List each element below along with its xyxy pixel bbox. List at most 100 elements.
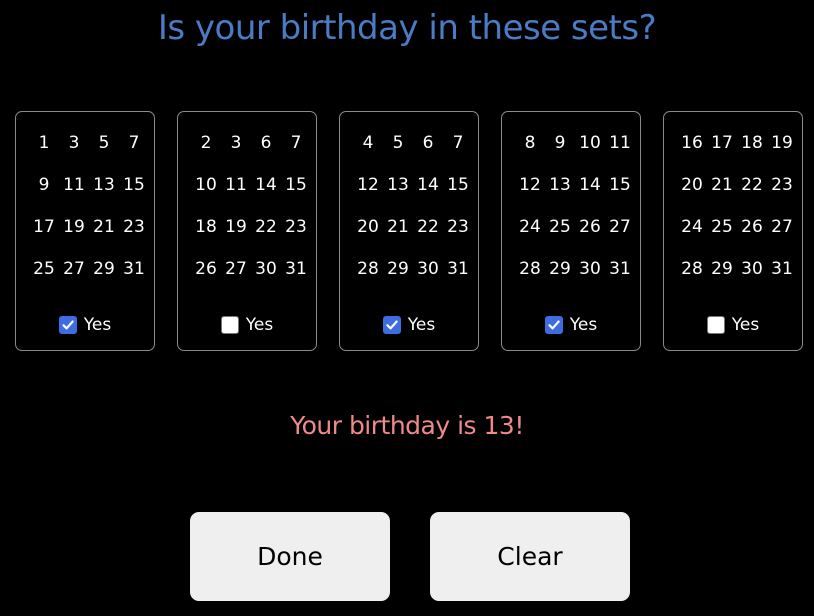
set-number: 21 <box>711 175 733 195</box>
yes-label[interactable]: Yes <box>408 314 435 336</box>
set-number: 29 <box>711 259 733 279</box>
set-number: 15 <box>447 175 469 195</box>
yes-option: Yes <box>340 313 478 337</box>
set-number: 23 <box>447 217 469 237</box>
yes-label[interactable]: Yes <box>84 314 111 336</box>
set-number: 29 <box>387 259 409 279</box>
set-number: 26 <box>195 259 217 279</box>
set-number: 9 <box>38 175 50 195</box>
set-number: 30 <box>579 259 601 279</box>
set-number: 28 <box>357 259 379 279</box>
yes-label[interactable]: Yes <box>570 314 597 336</box>
set-number: 25 <box>33 259 55 279</box>
set-number: 31 <box>609 259 631 279</box>
set-number: 5 <box>98 133 110 153</box>
set-number: 30 <box>741 259 763 279</box>
set-number-grid: 2 3 6 7 10 11 14 15 18 19 22 23 26 27 30 31 <box>191 127 311 295</box>
set-number: 23 <box>771 175 793 195</box>
set-number: 17 <box>711 133 733 153</box>
set-number: 19 <box>63 217 85 237</box>
set-number: 12 <box>357 175 379 195</box>
set-number: 28 <box>519 259 541 279</box>
set-number: 14 <box>579 175 601 195</box>
set-number: 18 <box>195 217 217 237</box>
check-icon <box>385 318 399 332</box>
set-number: 5 <box>392 133 404 153</box>
set-number: 28 <box>681 259 703 279</box>
check-icon <box>547 318 561 332</box>
yes-option: Yes <box>502 313 640 337</box>
set-number: 22 <box>417 217 439 237</box>
yes-checkbox[interactable] <box>706 316 725 334</box>
yes-option: Yes <box>664 313 802 337</box>
set-number: 11 <box>609 133 631 153</box>
set-number: 20 <box>681 175 703 195</box>
set-number: 19 <box>225 217 247 237</box>
yes-checkbox[interactable] <box>220 316 239 334</box>
yes-label[interactable]: Yes <box>246 314 273 336</box>
check-icon <box>61 318 75 332</box>
set-number: 3 <box>230 133 242 153</box>
set-number: 27 <box>609 217 631 237</box>
set-number: 11 <box>63 175 85 195</box>
set-card-4: 8 9 10 11 12 13 14 15 24 25 26 27 28 29 30 31 Yes <box>501 111 641 351</box>
set-number: 8 <box>524 133 536 153</box>
set-number: 20 <box>357 217 379 237</box>
set-number: 13 <box>549 175 571 195</box>
set-number: 27 <box>63 259 85 279</box>
page-title: Is your birthday in these sets? <box>157 8 657 48</box>
set-number: 30 <box>417 259 439 279</box>
set-number: 11 <box>225 175 247 195</box>
set-number: 27 <box>225 259 247 279</box>
yes-option: Yes <box>178 313 316 337</box>
set-number: 30 <box>255 259 277 279</box>
set-number: 13 <box>387 175 409 195</box>
set-number: 21 <box>387 217 409 237</box>
set-number: 12 <box>519 175 541 195</box>
set-number: 3 <box>68 133 80 153</box>
set-number: 6 <box>260 133 272 153</box>
set-number: 24 <box>519 217 541 237</box>
set-number: 10 <box>195 175 217 195</box>
result-message: Your birthday is 13! <box>290 411 524 440</box>
yes-checkbox[interactable] <box>544 316 563 334</box>
clear-button[interactable]: Clear <box>430 512 630 601</box>
set-number-grid: 1 3 5 7 9 11 13 15 17 19 21 23 25 27 29 31 <box>29 127 149 295</box>
set-number: 14 <box>255 175 277 195</box>
yes-option: Yes <box>16 313 154 337</box>
set-number: 21 <box>93 217 115 237</box>
set-number: 1 <box>38 133 50 153</box>
set-number: 6 <box>422 133 434 153</box>
yes-checkbox[interactable] <box>382 316 401 334</box>
set-number: 10 <box>579 133 601 153</box>
set-number: 18 <box>741 133 763 153</box>
yes-checkbox[interactable] <box>58 316 77 334</box>
set-number: 31 <box>447 259 469 279</box>
yes-label[interactable]: Yes <box>732 314 759 336</box>
set-number: 26 <box>741 217 763 237</box>
set-number: 23 <box>123 217 145 237</box>
set-number: 7 <box>290 133 302 153</box>
set-number: 17 <box>33 217 55 237</box>
set-number: 26 <box>579 217 601 237</box>
set-card-5: 16 17 18 19 20 21 22 23 24 25 26 27 28 29 30 31 Yes <box>663 111 803 351</box>
set-number: 31 <box>123 259 145 279</box>
set-number: 22 <box>741 175 763 195</box>
set-number-grid: 16 17 18 19 20 21 22 23 24 25 26 27 28 29 30 31 <box>677 127 797 295</box>
set-number: 2 <box>200 133 212 153</box>
set-number-grid: 4 5 6 7 12 13 14 15 20 21 22 23 28 29 30 31 <box>353 127 473 295</box>
set-number: 29 <box>93 259 115 279</box>
set-number: 15 <box>609 175 631 195</box>
set-number: 4 <box>362 133 374 153</box>
set-number: 31 <box>771 259 793 279</box>
set-number: 27 <box>771 217 793 237</box>
set-number: 25 <box>711 217 733 237</box>
set-number: 15 <box>123 175 145 195</box>
set-number: 14 <box>417 175 439 195</box>
done-button[interactable]: Done <box>190 512 390 601</box>
set-card-2: 2 3 6 7 10 11 14 15 18 19 22 23 26 27 30 31 Yes <box>177 111 317 351</box>
set-number: 24 <box>681 217 703 237</box>
set-number: 13 <box>93 175 115 195</box>
set-number: 23 <box>285 217 307 237</box>
set-number: 31 <box>285 259 307 279</box>
